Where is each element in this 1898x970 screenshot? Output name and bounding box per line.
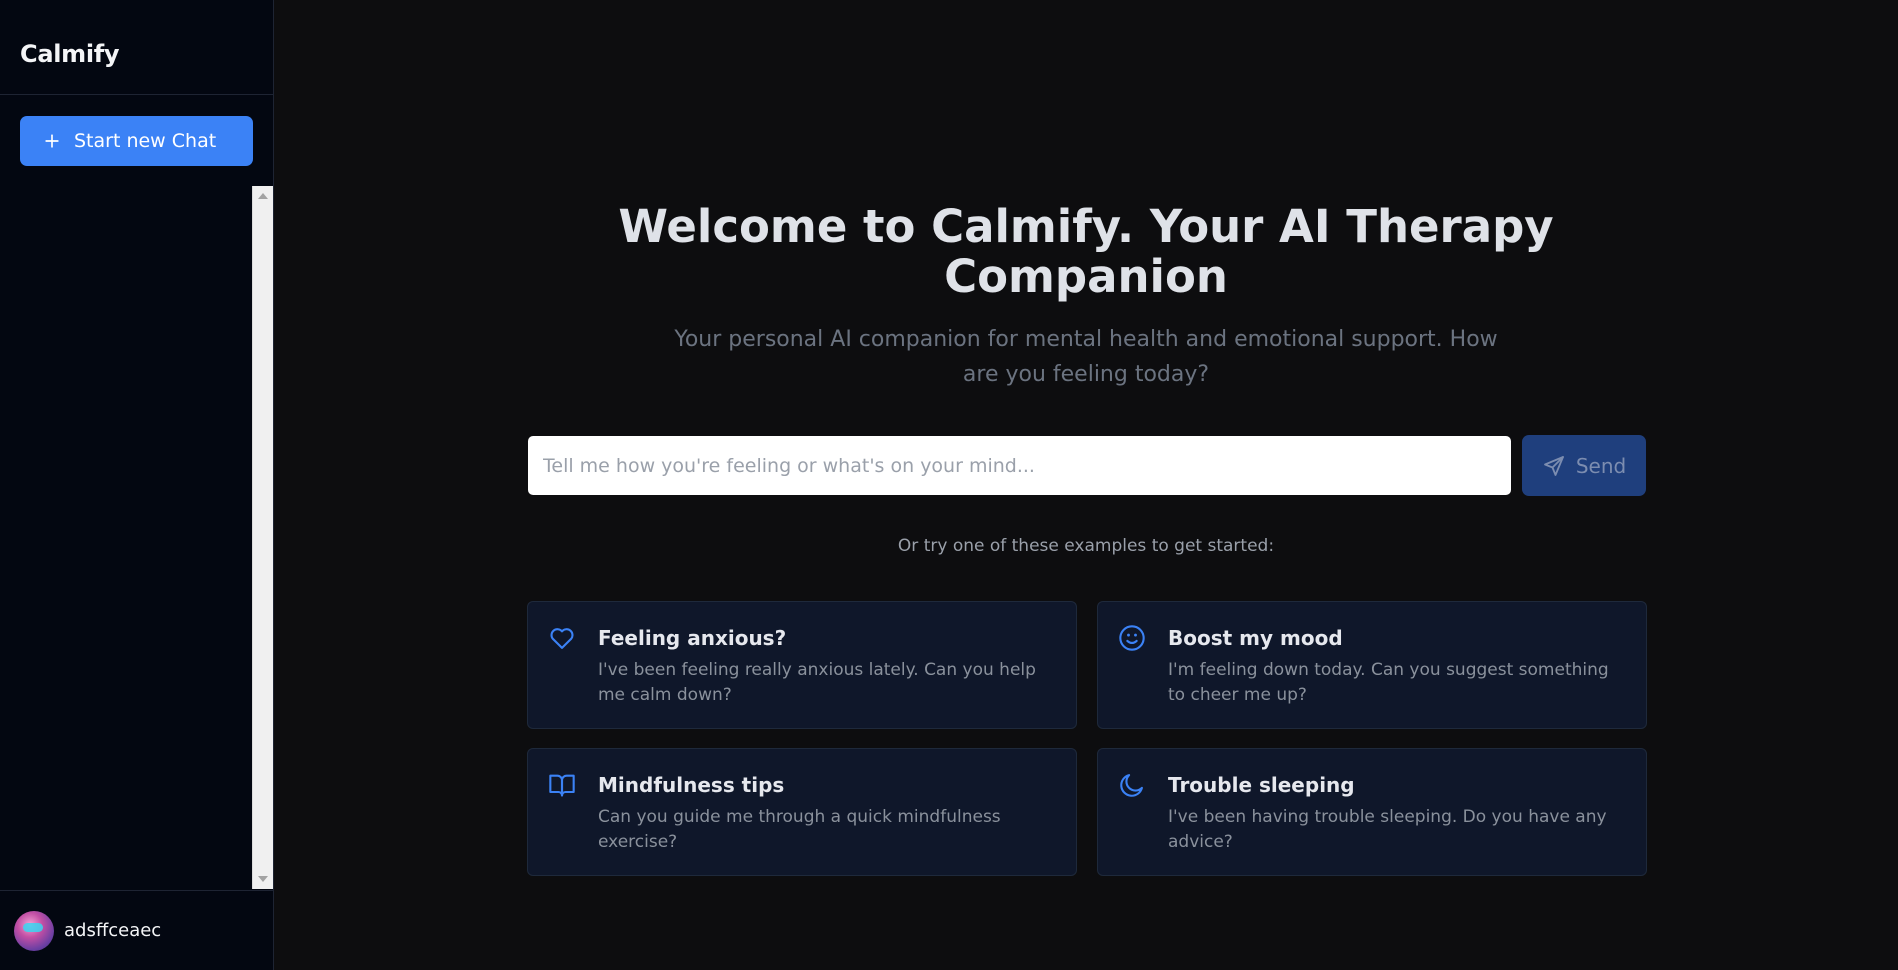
send-icon (1543, 455, 1564, 476)
example-card-title: Trouble sleeping (1168, 773, 1355, 797)
heart-icon (550, 628, 574, 649)
user-profile[interactable]: adsffceaec (0, 890, 273, 970)
scroll-up-arrow-icon[interactable] (258, 193, 268, 199)
sidebar-divider (0, 94, 273, 95)
book-open-icon (549, 774, 575, 797)
example-card-description: Can you guide me through a quick mindful… (598, 807, 1001, 852)
plus-icon (45, 134, 59, 148)
page-title: Welcome to Calmify. Your AI Therapy Comp… (618, 200, 1554, 303)
example-card-title: Boost my mood (1168, 626, 1343, 650)
start-new-chat-label: Start new Chat (74, 130, 217, 152)
avatar[interactable] (14, 910, 54, 951)
example-card-mindfulness-tips[interactable]: Mindfulness tips Can you guide me throug… (527, 748, 1077, 876)
send-button[interactable]: Send (1522, 435, 1646, 496)
chat-history-list[interactable] (0, 186, 252, 889)
examples-label: Or try one of these examples to get star… (897, 536, 1275, 556)
example-card-feeling-anxious[interactable]: Feeling anxious? I've been feeling reall… (527, 601, 1077, 729)
smile-icon (1119, 625, 1145, 651)
example-card-boost-mood[interactable]: Boost my mood I'm feeling down today. Ca… (1097, 601, 1647, 729)
example-card-description: I've been feeling really anxious lately.… (598, 660, 1036, 705)
example-card-title: Feeling anxious? (598, 626, 787, 650)
sidebar: Calmify Start new Chat adsffceaec (0, 0, 274, 970)
page-subtitle: Your personal AI companion for mental he… (674, 327, 1498, 387)
send-label: Send (1575, 453, 1627, 478)
main-content: Welcome to Calmify. Your AI Therapy Comp… (274, 0, 1898, 970)
start-new-chat-button[interactable]: Start new Chat (20, 116, 253, 166)
chat-history-scrollbar[interactable] (252, 186, 273, 889)
chat-message-input[interactable] (528, 436, 1511, 495)
scroll-down-arrow-icon[interactable] (258, 876, 268, 882)
moon-icon (1120, 774, 1143, 797)
example-card-description: I've been having trouble sleeping. Do yo… (1168, 807, 1607, 852)
username: adsffceaec (64, 920, 162, 941)
example-card-description: I'm feeling down today. Can you suggest … (1168, 660, 1609, 705)
example-card-trouble-sleeping[interactable]: Trouble sleeping I've been having troubl… (1097, 748, 1647, 876)
app-brand[interactable]: Calmify (20, 40, 120, 68)
example-card-title: Mindfulness tips (598, 773, 785, 797)
